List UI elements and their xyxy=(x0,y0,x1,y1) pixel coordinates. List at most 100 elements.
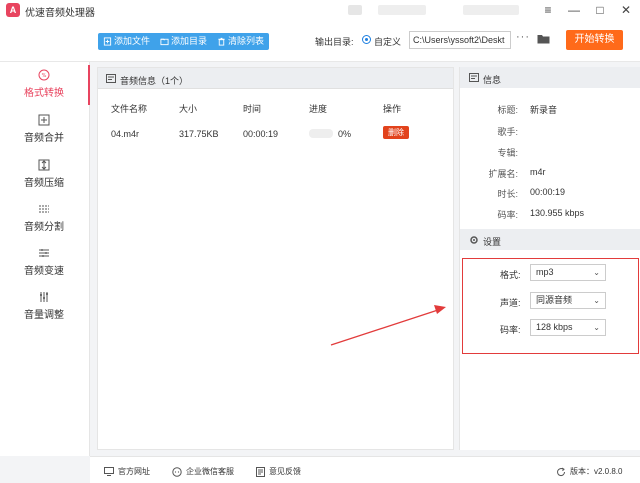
sidebar-item-speed[interactable]: 音频变速 xyxy=(0,247,88,277)
custom-radio[interactable] xyxy=(362,35,371,44)
chevron-down-icon: ⌄ xyxy=(593,268,600,277)
merge-icon xyxy=(38,114,50,126)
add-folder-button[interactable]: 添加目录 xyxy=(155,33,212,50)
add-file-label: 添加文件 xyxy=(114,36,151,46)
bitrate-label: 码率: xyxy=(500,325,521,335)
active-indicator xyxy=(88,65,90,105)
title-decor xyxy=(378,5,426,15)
folder-icon[interactable] xyxy=(537,33,550,44)
feedback-link[interactable]: 意见反馈 xyxy=(256,466,301,477)
right-panel: 信息 标题: 新录音 歌手: 专辑: 扩展名: m4r 时长: 00:00:19… xyxy=(459,67,640,450)
info-value: 新录音 xyxy=(530,105,558,115)
sidebar-item-label: 音频压缩 xyxy=(24,178,64,189)
chat-icon xyxy=(172,466,182,477)
add-file-button[interactable]: 添加文件 xyxy=(98,33,155,50)
add-file-icon xyxy=(103,37,112,46)
volume-adjust-icon xyxy=(40,292,48,302)
info-title: 信息 xyxy=(483,75,502,85)
file-panel-header: 音频信息（1个） xyxy=(98,68,453,89)
clear-list-button[interactable]: 清除列表 xyxy=(212,33,269,50)
channel-select-value: 同源音频 xyxy=(536,295,573,305)
speed-icon xyxy=(39,249,49,257)
custom-radio-label[interactable]: 自定义 xyxy=(374,35,401,48)
app-logo: A xyxy=(6,3,20,17)
file-time-cell: 00:00:19 xyxy=(243,129,279,139)
add-folder-label: 添加目录 xyxy=(171,36,208,46)
wechat-label: 企业微信客服 xyxy=(186,467,234,476)
output-dir-label: 输出目录: xyxy=(315,37,354,47)
info-value: 130.955 kbps xyxy=(530,208,585,218)
file-panel-title: 音频信息（1个） xyxy=(120,76,189,86)
delete-button[interactable]: 删除 xyxy=(383,126,409,139)
sidebar-item-volume[interactable]: 音量调整 xyxy=(0,291,88,321)
output-path-input[interactable]: C:\Users\yssoft2\Deskt xyxy=(409,31,511,49)
info-key: 标题: xyxy=(497,105,518,115)
maximize-icon[interactable]: □ xyxy=(592,2,608,18)
file-size-cell: 317.75KB xyxy=(179,129,219,139)
info-key: 时长: xyxy=(497,189,518,199)
info-icon xyxy=(469,73,479,82)
clear-list-label: 清除列表 xyxy=(228,36,265,46)
column-header-progress: 进度 xyxy=(309,104,328,114)
browse-more-button[interactable]: ··· xyxy=(516,31,530,43)
sidebar-item-split[interactable]: 音频分割 xyxy=(0,203,88,233)
sidebar-item-label: 音频合并 xyxy=(24,133,64,144)
feedback-label: 意见反馈 xyxy=(269,467,301,476)
bitrate-select-value: 128 kbps xyxy=(536,322,573,332)
format-label: 格式: xyxy=(500,270,521,280)
column-header-action: 操作 xyxy=(383,104,402,114)
menu-icon[interactable]: ≡ xyxy=(540,2,556,18)
info-key: 码率: xyxy=(497,210,518,220)
sidebar: % 格式转换 音频合并 音频压缩 音频分割 音频变速 音量调整 xyxy=(0,62,90,456)
wechat-support-link[interactable]: 企业微信客服 xyxy=(172,466,234,477)
svg-text:%: % xyxy=(42,73,47,79)
channel-select[interactable]: 同源音频 ⌄ xyxy=(530,292,606,309)
refresh-icon xyxy=(557,467,566,476)
column-header-size: 大小 xyxy=(179,104,198,114)
version-label: 版本：v2.0.8.0 xyxy=(570,467,623,476)
format-convert-icon: % xyxy=(38,69,50,81)
trash-icon xyxy=(218,37,225,46)
add-folder-icon xyxy=(160,38,169,46)
chevron-down-icon: ⌄ xyxy=(593,296,600,305)
sidebar-item-label: 音频分割 xyxy=(24,222,64,233)
column-header-time: 时间 xyxy=(243,104,262,114)
monitor-icon xyxy=(104,467,114,476)
format-select-value: mp3 xyxy=(536,267,554,277)
title-decor xyxy=(348,5,362,15)
sidebar-item-format-convert[interactable]: % 格式转换 xyxy=(0,69,88,99)
chevron-down-icon: ⌄ xyxy=(593,323,600,332)
column-header-name: 文件名称 xyxy=(111,104,148,114)
settings-title: 设置 xyxy=(483,237,502,247)
gear-icon xyxy=(470,236,478,244)
sidebar-item-merge[interactable]: 音频合并 xyxy=(0,114,88,144)
channel-label: 声道: xyxy=(500,298,521,308)
close-icon[interactable]: ✕ xyxy=(618,2,634,18)
info-value: 00:00:19 xyxy=(530,187,566,197)
progress-bar xyxy=(309,129,333,138)
info-value: m4r xyxy=(530,167,546,177)
file-list-panel: 音频信息（1个） 文件名称 大小 时间 进度 操作 04.m4r 317.75K… xyxy=(97,67,454,450)
website-label: 官方网址 xyxy=(118,467,150,476)
sidebar-item-label: 格式转换 xyxy=(24,88,64,99)
toolbar: 添加文件 添加目录 清除列表 输出目录: 自定义 C:\Users\yssoft… xyxy=(0,20,640,62)
minimize-icon[interactable]: — xyxy=(566,2,582,18)
start-convert-button[interactable]: 开始转换 xyxy=(566,30,623,50)
footer: 官方网址 企业微信客服 意见反馈 版本：v2.0.8.0 xyxy=(90,456,640,483)
info-header: 信息 xyxy=(460,67,640,88)
sidebar-item-compress[interactable]: 音频压缩 xyxy=(0,159,88,189)
app-title: 优速音频处理器 xyxy=(25,8,95,19)
split-icon xyxy=(39,205,49,213)
feedback-icon xyxy=(256,466,265,477)
format-select[interactable]: mp3 ⌄ xyxy=(530,264,606,281)
info-key: 扩展名: xyxy=(488,169,518,179)
bitrate-select[interactable]: 128 kbps ⌄ xyxy=(530,319,606,336)
version-info: 版本：v2.0.8.0 xyxy=(556,466,622,477)
website-link[interactable]: 官方网址 xyxy=(104,466,150,477)
settings-header: 设置 xyxy=(460,229,640,250)
info-key: 专辑: xyxy=(497,148,518,158)
file-button-group: 添加文件 添加目录 清除列表 xyxy=(98,33,270,50)
sidebar-item-label: 音频变速 xyxy=(24,266,64,277)
info-key: 歌手: xyxy=(497,127,518,137)
title-decor xyxy=(463,5,519,15)
